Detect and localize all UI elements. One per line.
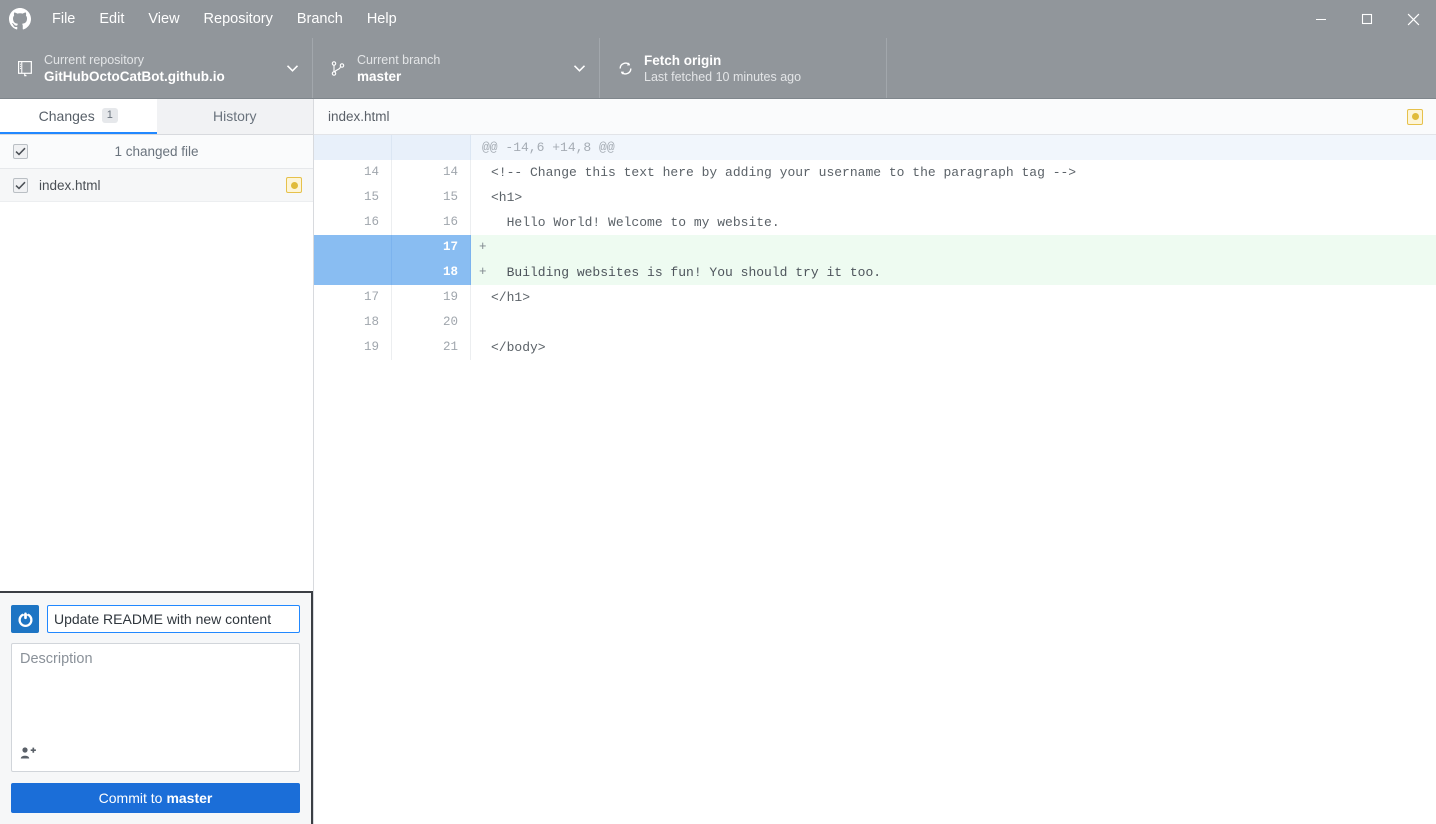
commit-summary-row	[11, 605, 300, 633]
diff-pane: index.html @@ -14,6 +14,8 @@ 14 14 <!-- Cha…	[314, 99, 1436, 824]
list-item[interactable]: index.html	[0, 169, 313, 202]
diff-gutter-new-line: 16	[392, 210, 471, 235]
menu-item-view[interactable]: View	[136, 0, 191, 38]
user-avatar-icon	[11, 605, 39, 633]
commit-description-box[interactable]: Description	[11, 643, 300, 772]
file-name: index.html	[39, 177, 101, 193]
diff-line-text: Hello World! Welcome to my website.	[491, 215, 780, 230]
diff-gutter-old-line: 16	[314, 210, 392, 235]
sidebar-tabs: Changes 1 History	[0, 99, 313, 135]
diff-line-marker: +	[479, 240, 487, 254]
diff-line-text: Building websites is fun! You should try…	[491, 265, 882, 280]
chevron-down-icon	[286, 59, 299, 77]
tab-changes-badge: 1	[101, 108, 118, 123]
window-controls	[1298, 0, 1436, 38]
diff-line-text: @@ -14,6 +14,8 @@	[482, 140, 615, 155]
diff-line-text: </h1>	[491, 290, 531, 305]
diff-header: index.html	[314, 99, 1436, 135]
diff-status-badge-modified	[1407, 108, 1423, 125]
diff-gutter-old-line: 14	[314, 160, 392, 185]
diff-line-context: 17 19 </h1>	[314, 285, 1436, 310]
maximize-icon[interactable]	[1344, 0, 1390, 38]
current-repository-button[interactable]: Current repository GitHubOctoCatBot.gith…	[0, 38, 313, 98]
tab-history[interactable]: History	[156, 99, 313, 134]
diff-gutter-old-line	[314, 235, 392, 260]
commit-summary-input[interactable]	[47, 605, 300, 633]
tab-changes-label: Changes	[38, 107, 95, 124]
diff-gutter-old-line: 17	[314, 285, 392, 310]
menu-item-edit[interactable]: Edit	[87, 0, 136, 38]
github-desktop-window: File Edit View Repository Branch Help Cu…	[0, 0, 1436, 824]
modified-dot-icon	[290, 181, 298, 189]
menu-bar: File Edit View Repository Branch Help	[40, 0, 409, 38]
current-repository-value: GitHubOctoCatBot.github.io	[44, 68, 225, 84]
diff-line-text: <h1>	[491, 190, 523, 205]
diff-gutter-old-line	[314, 260, 392, 285]
diff-modified-dot-icon	[1411, 113, 1419, 120]
diff-gutter-old-line: 18	[314, 310, 392, 335]
chevron-down-icon-branch	[573, 59, 586, 77]
minimize-icon[interactable]	[1298, 0, 1344, 38]
diff-line-text: <!-- Change this text here by adding you…	[491, 165, 1077, 180]
github-logo-icon	[0, 0, 40, 38]
tab-history-label: History	[212, 107, 257, 124]
diff-gutter-old-line: 19	[314, 335, 392, 360]
menu-item-help[interactable]: Help	[355, 0, 409, 38]
diff-line-add[interactable]: 17 +	[314, 235, 1436, 260]
diff-gutter-new-line: 17	[392, 235, 471, 260]
diff-gutter-old-line: 15	[314, 185, 392, 210]
sync-refresh-icon	[612, 60, 638, 77]
changed-files-count: 1 changed file	[114, 144, 199, 159]
git-branch-icon	[325, 60, 351, 77]
menu-item-repository[interactable]: Repository	[192, 0, 285, 38]
commit-description-placeholder: Description	[20, 651, 93, 667]
current-branch-value: master	[357, 68, 402, 84]
menu-item-file[interactable]: File	[40, 0, 87, 38]
current-repository-label: Current repository	[44, 52, 145, 67]
diff-line-context: 14 14 <!-- Change this text here by adding…	[314, 160, 1436, 185]
fetch-origin-title: Fetch origin	[644, 52, 722, 68]
diff-line-text: </body>	[491, 340, 546, 355]
add-coauthor-icon[interactable]	[20, 746, 37, 765]
diff-gutter-new-line	[392, 135, 471, 160]
main-toolbar: Current repository GitHubOctoCatBot.gith…	[0, 38, 1436, 99]
diff-line-context: 16 16 Hello World! Welcome to my website.	[314, 210, 1436, 235]
diff-line-marker: +	[479, 265, 487, 279]
diff-gutter-new-line: 21	[392, 335, 471, 360]
diff-line-context: 15 15 <h1>	[314, 185, 1436, 210]
commit-button-branch: master	[166, 790, 213, 806]
changed-files-summary-row: 1 changed file	[0, 135, 313, 169]
diff-line-context: 19 21 </body>	[314, 335, 1436, 360]
commit-to-branch-button[interactable]: Commit to master	[11, 783, 300, 813]
tab-changes[interactable]: Changes 1	[0, 99, 157, 134]
diff-gutter-new-line: 20	[392, 310, 471, 335]
commit-form: Description Commit to master	[0, 591, 313, 824]
fetch-origin-button[interactable]: Fetch origin Last fetched 10 minutes ago	[600, 38, 887, 98]
diff-content[interactable]: @@ -14,6 +14,8 @@ 14 14 <!-- Change this te…	[314, 135, 1436, 824]
title-bar: File Edit View Repository Branch Help	[0, 0, 1436, 38]
main-body: Changes 1 History 1 changed file index.h…	[0, 99, 1436, 824]
fetch-origin-subtitle: Last fetched 10 minutes ago	[644, 69, 802, 84]
diff-gutter-new-line: 14	[392, 160, 471, 185]
menu-item-branch[interactable]: Branch	[285, 0, 355, 38]
diff-gutter-old-line	[314, 135, 392, 160]
current-branch-button[interactable]: Current branch master	[313, 38, 600, 98]
commit-button-prefix: Commit to	[98, 790, 163, 806]
changes-sidebar: Changes 1 History 1 changed file index.h…	[0, 99, 314, 824]
file-include-checkbox[interactable]	[13, 177, 28, 193]
diff-line-hunk: @@ -14,6 +14,8 @@	[314, 135, 1436, 160]
status-badge-modified	[286, 177, 302, 193]
diff-line-add[interactable]: 18 + Building websites is fun! You should…	[314, 260, 1436, 285]
diff-gutter-new-line: 15	[392, 185, 471, 210]
close-icon[interactable]	[1390, 0, 1436, 38]
diff-gutter-new-line: 18	[392, 260, 471, 285]
diff-gutter-new-line: 19	[392, 285, 471, 310]
diff-file-name: index.html	[328, 109, 390, 124]
repo-book-icon	[12, 60, 38, 77]
select-all-checkbox[interactable]	[13, 144, 28, 159]
diff-line-context: 18 20	[314, 310, 1436, 335]
current-branch-label: Current branch	[357, 52, 441, 67]
toolbar-empty-area	[887, 38, 1436, 98]
